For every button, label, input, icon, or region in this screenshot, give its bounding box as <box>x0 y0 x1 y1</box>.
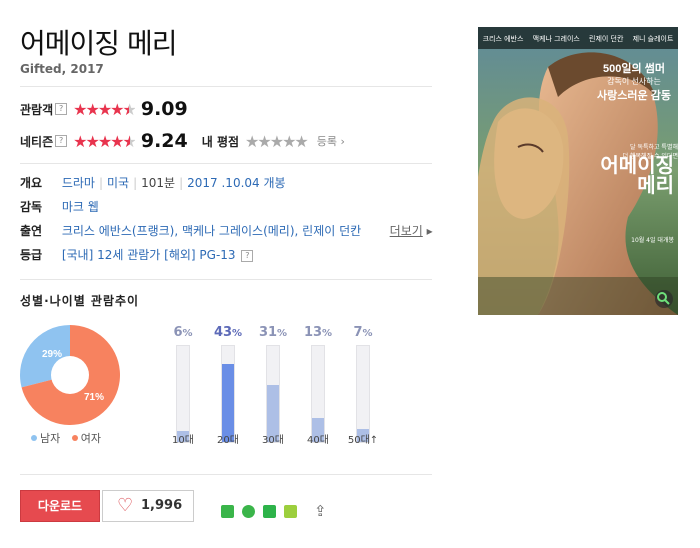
help-icon[interactable]: ? <box>241 250 254 262</box>
poster-name: 제니 슬레이트 <box>632 35 674 43</box>
age-pct-label: 13% <box>303 325 333 340</box>
cast-row: 출연 크리스 에반스(프랭크), 맥케나 그레이스(메리), 린제이 던칸 더보… <box>20 222 433 239</box>
genre-link[interactable]: 드라마 <box>62 176 95 190</box>
netizen-stars: ★★★★★ <box>73 131 137 151</box>
divider <box>20 163 432 164</box>
female-label: 여자 <box>80 432 101 445</box>
my-rating-label: 내 평점 <box>201 134 240 149</box>
divider <box>20 474 432 475</box>
help-icon[interactable]: ? <box>55 135 68 147</box>
register-rating-link[interactable]: 등록 › <box>317 133 345 149</box>
help-icon[interactable]: ? <box>55 103 68 115</box>
audience-score: 9.09 <box>140 98 188 120</box>
poster-tagline-line: 감독이 선사하는 <box>607 77 661 86</box>
bookmark-share-icon[interactable] <box>263 505 276 518</box>
male-pct-label: 29% <box>42 349 62 360</box>
poster-tagline-highlight: 500일의 썸머 <box>603 63 665 75</box>
age-pct-label: 7% <box>353 325 373 340</box>
gender-legend: 남자 여자 <box>31 430 101 446</box>
poster-title: 어메이징 메리 <box>590 155 674 195</box>
age-label: 40대 <box>307 435 329 446</box>
male-label: 남자 <box>40 432 61 445</box>
gender-donut-chart: 29% 71% <box>20 325 120 425</box>
cast-links[interactable]: 크리스 에반스(프랭크), 맥케나 그레이스(메리), 린제이 던칸 <box>62 222 382 239</box>
netizen-rating-row: 네티즌 ? ★★★★★ 9.24 내 평점 ★★★★★ 등록 › <box>20 130 345 152</box>
age-bar-track <box>311 345 325 443</box>
poster-name: 린제이 던칸 <box>589 35 624 43</box>
divider <box>20 279 432 280</box>
grade-row: 등급 [국내] 12세 관람가 [해외] PG-13 ? <box>20 246 254 263</box>
grade-domestic[interactable]: [국내] 12세 관람가 <box>62 248 161 262</box>
age-pct-label: 31% <box>258 325 288 340</box>
share-icon[interactable]: ⇪ <box>314 502 327 520</box>
poster-title-line: 어메이징 <box>600 153 674 177</box>
female-pct-label: 71% <box>84 392 104 403</box>
poster-name: 맥케나 그레이스 <box>532 35 580 43</box>
poster-cast-names: 크리스 에반스 맥케나 그레이스 린제이 던칸 제니 슬레이트 <box>478 34 678 44</box>
audience-stars: ★★★★★ <box>73 99 137 119</box>
poster-name: 크리스 에반스 <box>482 35 524 43</box>
age-bar-track <box>176 345 190 443</box>
age-bar-track <box>266 345 280 443</box>
age-pct-label: 6% <box>173 325 193 340</box>
overview-label: 개요 <box>20 176 43 190</box>
movie-title: 어메이징 메리 <box>20 27 177 60</box>
like-button[interactable]: ♡ 1,996 <box>102 490 194 522</box>
like-count: 1,996 <box>141 498 183 513</box>
male-dot-icon <box>31 435 37 441</box>
movie-subtitle: Gifted, 2017 <box>20 62 104 76</box>
trend-title: 성별·나이별 관람추이 <box>20 294 140 308</box>
band-share-icon[interactable] <box>242 505 255 518</box>
overview-row: 개요 드라마 | 미국 | 101분 | 2017 .10.04 개봉 <box>20 176 286 190</box>
netizen-label: 네티즌 <box>20 134 54 149</box>
release-date[interactable]: 2017 .10.04 개봉 <box>187 176 285 190</box>
age-bar-track <box>356 345 370 443</box>
director-link[interactable]: 마크 웹 <box>62 200 99 214</box>
my-rating-stars[interactable]: ★★★★★ <box>245 132 309 151</box>
audience-label: 관람객 <box>20 102 54 117</box>
poster-tagline: 500일의 썸머 감독이 선사하는 사랑스러운 감동 <box>590 60 678 103</box>
donut-hole <box>51 356 89 394</box>
runtime: 101분 <box>141 176 176 190</box>
more-cast-link[interactable]: 더보기 ▸ <box>390 224 433 238</box>
age-pct-label: 43% <box>213 325 243 340</box>
poster-tagline-line: 사랑스러운 감동 <box>597 90 671 102</box>
memo-share-icon[interactable] <box>284 505 297 518</box>
audience-rating-row: 관람객 ? ★★★★★ 9.09 <box>20 98 188 120</box>
female-dot-icon <box>71 435 78 441</box>
poster-title-line: 메리 <box>637 173 674 197</box>
director-row: 감독 마크 웹 <box>20 198 99 215</box>
grade-foreign[interactable]: [해외] PG-13 <box>164 248 235 262</box>
country-link[interactable]: 미국 <box>107 176 129 190</box>
divider <box>20 86 432 87</box>
poster-release: 10월 4일 대개봉 <box>631 237 674 244</box>
age-label: 10대 <box>172 435 194 446</box>
netizen-score: 9.24 <box>140 130 188 152</box>
director-label: 감독 <box>20 200 43 214</box>
line-share-icon[interactable] <box>221 505 234 518</box>
poster-small-copy-line: 달 독특하고 특별해 <box>630 144 678 151</box>
movie-poster[interactable]: 크리스 에반스 맥케나 그레이스 린제이 던칸 제니 슬레이트 500일의 썸머… <box>478 27 678 315</box>
cast-label: 출연 <box>20 224 43 238</box>
age-label: 20대 <box>217 435 239 446</box>
age-bar-track <box>221 345 235 443</box>
download-button[interactable]: 다운로드 <box>20 490 100 522</box>
grade-label: 등급 <box>20 248 43 262</box>
age-label: 50대↑ <box>347 435 379 446</box>
heart-icon: ♡ <box>117 495 134 516</box>
age-label: 30대 <box>262 435 284 446</box>
